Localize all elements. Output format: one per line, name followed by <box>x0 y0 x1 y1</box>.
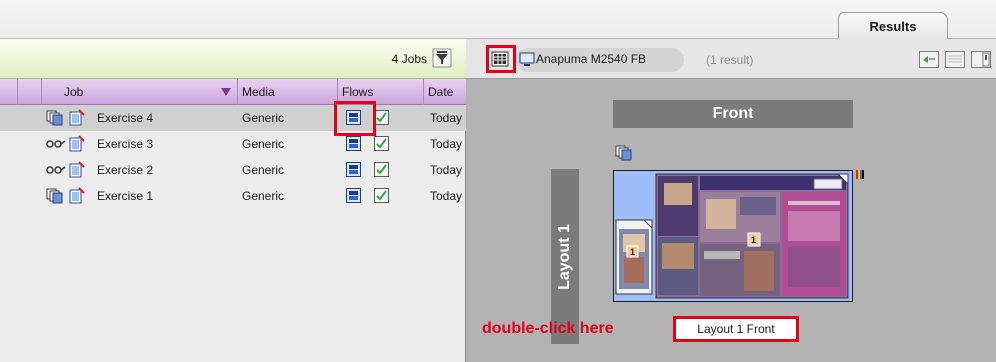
layout-sheet-preview[interactable]: 1 1 <box>613 170 853 302</box>
job-document-icon <box>69 109 85 126</box>
flow-highlight-box <box>334 101 376 136</box>
layers-stack-icon <box>615 145 632 161</box>
flow-green-check-icon[interactable] <box>374 110 389 125</box>
job-name: Exercise 4 <box>97 111 154 125</box>
column-flows-label: Flows <box>342 85 374 99</box>
svg-text:1: 1 <box>630 247 635 257</box>
job-name: Exercise 3 <box>97 137 154 151</box>
results-toolbar: Anapuma M2540 FB (1 result) <box>466 39 996 79</box>
job-date: Today <box>430 189 463 203</box>
flow-blue-icon[interactable] <box>346 136 361 151</box>
flow-green-check-icon[interactable] <box>374 188 389 203</box>
job-status-icons <box>46 131 90 157</box>
list-view-icon[interactable] <box>945 51 965 68</box>
jobs-panel: 4 Jobs Job Media Flows Date Exercise 4 G… <box>0 39 466 362</box>
job-media: Generic <box>242 111 285 125</box>
job-media: Generic <box>242 163 285 177</box>
svg-text:1: 1 <box>751 235 756 245</box>
job-document-icon <box>69 187 85 204</box>
flow-blue-icon[interactable] <box>346 188 361 203</box>
flow-link-icon <box>46 166 66 174</box>
column-blank-1 <box>0 79 18 105</box>
filter-icon[interactable] <box>432 48 452 68</box>
flow-green-check-icon[interactable] <box>374 162 389 177</box>
device-name: Anapuma M2540 FB <box>536 52 647 66</box>
job-date: Today <box>430 111 463 125</box>
layers-stack-icon <box>46 188 63 204</box>
table-row[interactable]: Exercise 2 Generic Today <box>0 157 466 183</box>
layout-side-banner: Layout 1 <box>551 169 579 344</box>
toolbar-highlight-box <box>486 45 516 73</box>
job-status-icons <box>46 157 90 183</box>
front-banner: Front <box>613 100 853 128</box>
column-job-label: Job <box>64 85 84 99</box>
column-job[interactable]: Job <box>42 79 238 105</box>
table-row[interactable]: Exercise 4 Generic Today <box>0 105 466 131</box>
top-tab-bar: Results <box>0 0 996 39</box>
thumbnail-view-icon[interactable] <box>919 51 939 68</box>
double-click-annotation: double-click here <box>482 320 614 337</box>
layout-front-text: Layout 1 Front <box>697 322 775 336</box>
job-name: Exercise 1 <box>97 189 154 203</box>
column-media[interactable]: Media <box>238 79 338 105</box>
result-count: (1 result) <box>706 53 754 67</box>
layout-front-label[interactable]: Layout 1 Front <box>673 316 799 342</box>
monitor-icon <box>519 52 535 66</box>
column-media-label: Media <box>242 85 275 99</box>
front-label: Front <box>712 105 754 122</box>
sort-down-icon <box>221 88 231 96</box>
job-document-icon <box>69 161 85 178</box>
jobs-count: 4 Jobs <box>391 52 427 66</box>
job-status-icons <box>46 183 90 209</box>
column-date-label: Date <box>428 85 454 99</box>
results-panel: Anapuma M2540 FB (1 result) Front Layout… <box>466 39 996 362</box>
column-blank-2 <box>18 79 42 105</box>
jobs-list: Exercise 4 Generic Today Exercise 3 Gene… <box>0 105 466 209</box>
layers-stack-icon <box>46 110 63 126</box>
table-row[interactable]: Exercise 3 Generic Today <box>0 131 466 157</box>
job-document-icon <box>69 135 85 152</box>
flow-green-check-icon[interactable] <box>374 136 389 151</box>
color-bar-icon <box>856 170 864 179</box>
jobs-column-header: Job Media Flows Date <box>0 79 466 105</box>
table-row[interactable]: Exercise 1 Generic Today <box>0 183 466 209</box>
jobs-header: 4 Jobs <box>0 39 466 79</box>
column-date[interactable]: Date <box>424 79 466 105</box>
job-date: Today <box>430 163 463 177</box>
job-status-icons <box>46 105 90 131</box>
detail-pane-icon[interactable] <box>971 51 991 68</box>
job-media: Generic <box>242 189 285 203</box>
job-date: Today <box>430 137 463 151</box>
flow-link-icon <box>46 140 66 148</box>
flow-blue-icon[interactable] <box>346 162 361 177</box>
tab-results[interactable]: Results <box>838 12 948 39</box>
job-media: Generic <box>242 137 285 151</box>
sheet-content-thumbnail: 1 1 <box>615 173 849 299</box>
job-name: Exercise 2 <box>97 163 154 177</box>
